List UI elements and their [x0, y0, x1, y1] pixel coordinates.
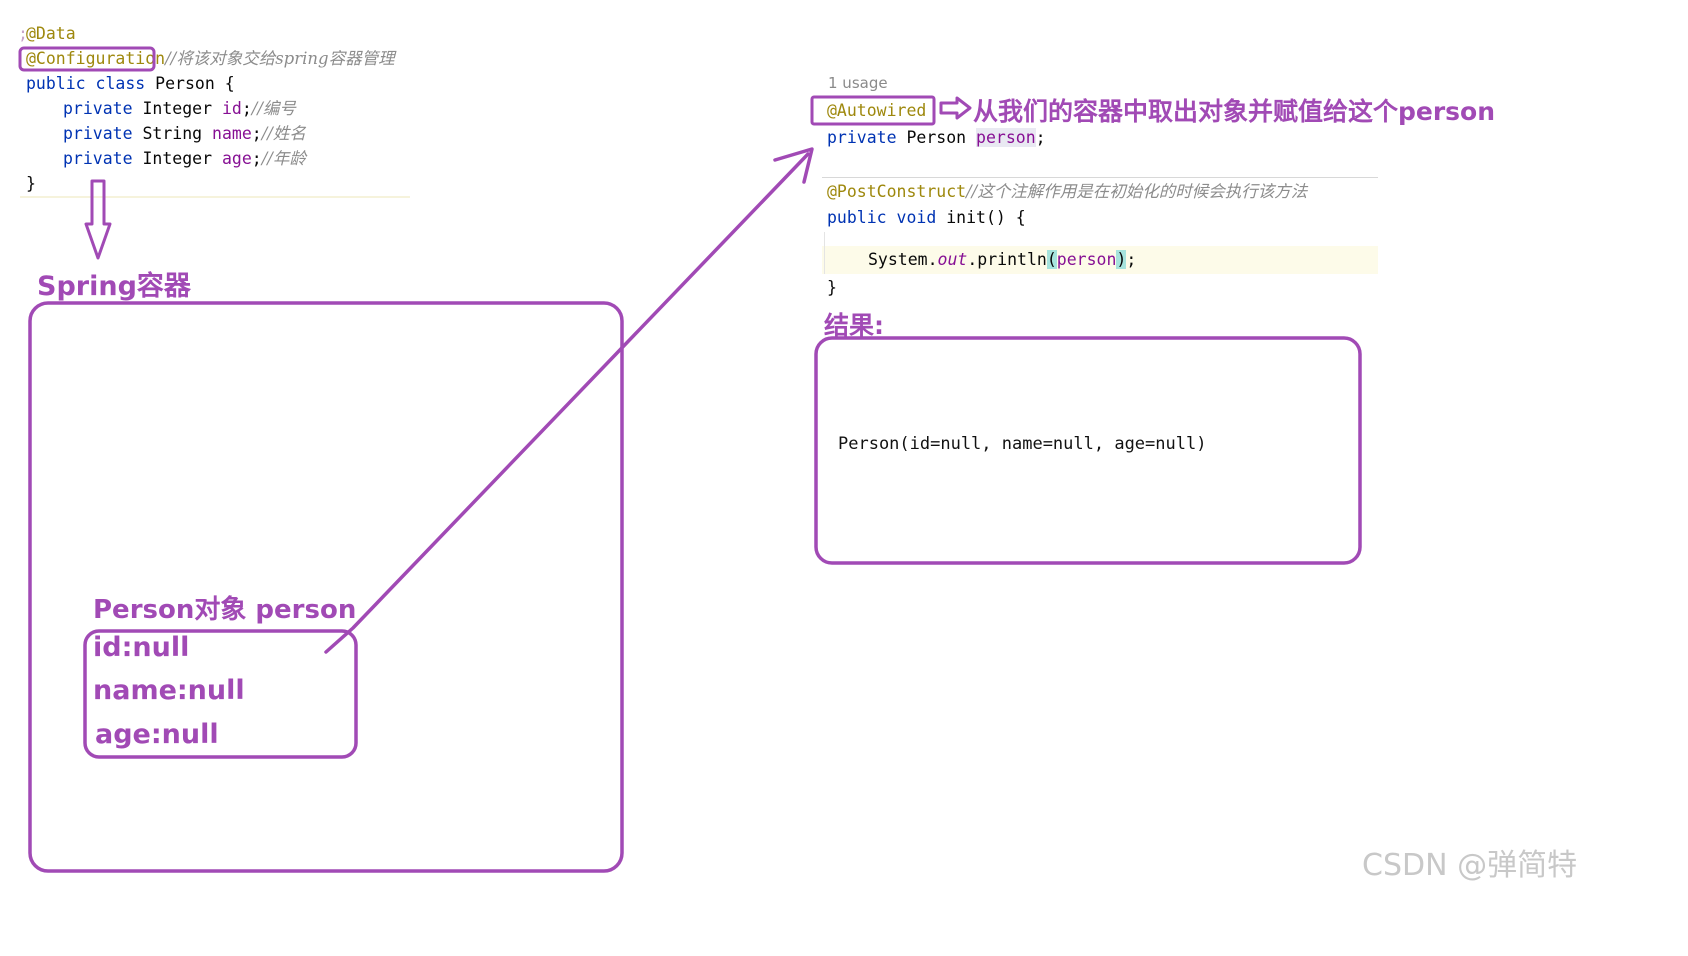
- autowired-note: 从我们的容器中取出对象并赋值给这个person: [973, 97, 1496, 126]
- method-declaration: public void init() {: [827, 204, 1026, 232]
- println-line: System.out.println(person);: [868, 246, 1136, 274]
- postconstruct-annotation: @PostConstruct: [827, 182, 967, 201]
- right-arrow-icon: [939, 96, 972, 120]
- class-keyword: public class: [26, 74, 146, 93]
- field-id-line: private Integer id;//编号: [63, 95, 296, 123]
- class-name: Person {: [145, 74, 235, 93]
- method-keyword: public void: [827, 208, 937, 227]
- postconstruct-comment: //这个注解作用是在初始化的时候会执行该方法: [966, 182, 1308, 201]
- field-semicolon: ;: [251, 124, 262, 143]
- spring-container-box: [28, 301, 624, 873]
- spring-container-title: Spring容器: [37, 271, 191, 302]
- println-prefix: System.: [868, 250, 938, 269]
- println-argument: person: [1056, 250, 1117, 269]
- println-semicolon: ;: [1126, 250, 1137, 269]
- field-comment: //姓名: [261, 124, 306, 143]
- class-declaration: public class Person {: [26, 70, 235, 98]
- postconstruct-line: @PostConstruct//这个注解作用是在初始化的时候会执行该方法: [827, 178, 1307, 206]
- field-keyword: private: [63, 124, 133, 143]
- result-title: 结果:: [824, 311, 884, 340]
- field-age-line: private Integer age;//年龄: [63, 145, 306, 173]
- object-field-age: age:null: [95, 719, 219, 750]
- data-annotation: @Data: [26, 24, 76, 43]
- result-output: Person(id=null, name=null, age=null): [838, 434, 1207, 454]
- autowired-field-line: private Person person;: [827, 124, 1046, 152]
- down-arrow-icon: [84, 179, 112, 260]
- configuration-annotation: @Configuration: [26, 49, 166, 68]
- field-type: String: [132, 124, 213, 143]
- indent-guide: [824, 232, 825, 274]
- field-semicolon: ;: [251, 149, 262, 168]
- method-name: init() {: [936, 208, 1026, 227]
- person-object-title: Person对象 person: [93, 595, 357, 625]
- object-field-name: name:null: [93, 675, 245, 706]
- field-type: Integer: [132, 149, 222, 168]
- autowired-annotation: @Autowired: [827, 101, 927, 120]
- field-name: age: [221, 149, 252, 168]
- class-close-brace: }: [26, 174, 36, 193]
- field-type: Person: [896, 128, 977, 147]
- field-keyword: private: [63, 149, 133, 168]
- watermark: CSDN @弹简特: [1362, 848, 1578, 883]
- paren-close: ): [1116, 250, 1127, 269]
- field-keyword: private: [63, 99, 133, 118]
- method-close-brace: }: [827, 278, 837, 297]
- field-name-line: private String name;//姓名: [63, 120, 306, 148]
- field-semicolon: ;: [1035, 128, 1046, 147]
- field-keyword: private: [827, 128, 897, 147]
- configuration-line: @Configuration//将该对象交给spring容器管理: [26, 45, 395, 73]
- configuration-comment: //将该对象交给spring容器管理: [165, 49, 395, 68]
- field-comment: //年龄: [261, 149, 306, 168]
- field-name: person: [976, 128, 1036, 147]
- field-type: Integer: [132, 99, 222, 118]
- field-semicolon: ;: [241, 99, 252, 118]
- object-field-id: id:null: [93, 632, 190, 663]
- code-bottom-line: [20, 196, 410, 198]
- inject-arrow-head-icon: [773, 147, 814, 184]
- println-out: out: [937, 250, 968, 269]
- println-call: .println: [967, 250, 1047, 269]
- usage-hint: 1 usage: [828, 74, 888, 92]
- field-comment: //编号: [251, 99, 296, 118]
- paren-open: (: [1046, 250, 1057, 269]
- inject-arrow-line: [324, 152, 810, 654]
- field-name: name: [212, 124, 252, 143]
- field-name: id: [221, 99, 242, 118]
